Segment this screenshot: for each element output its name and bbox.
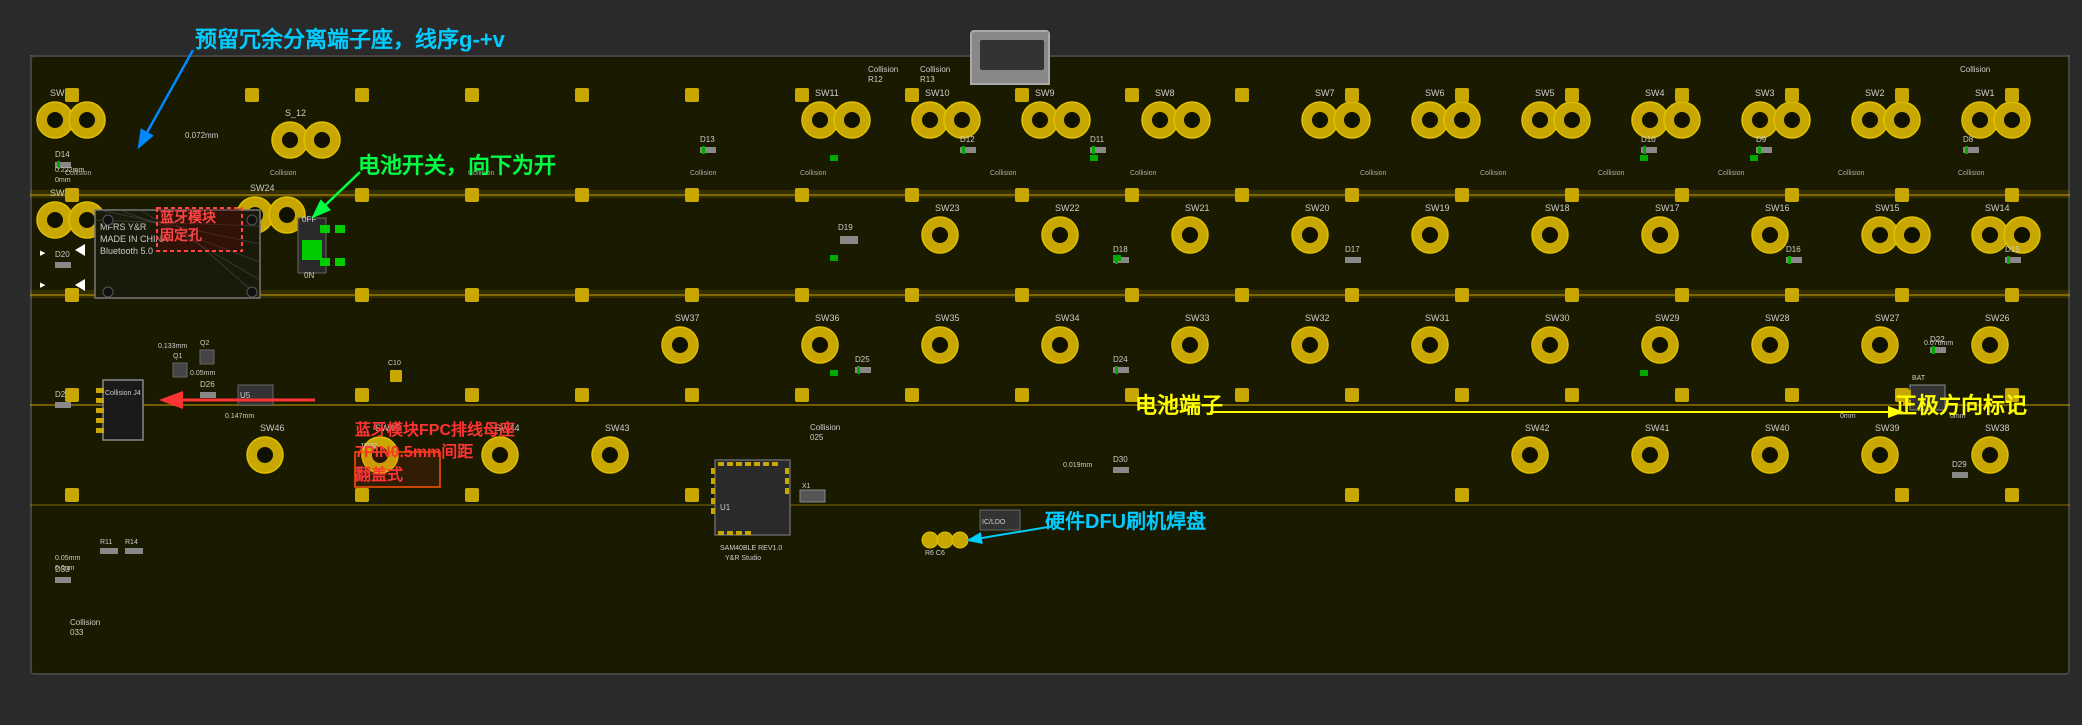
annotation-bt-module-label: 蓝牙模块 固定孔 — [160, 208, 216, 244]
bt-label-line2: 固定孔 — [160, 227, 202, 243]
pcb-container: SW1 SW2 SW3 SW4 — [0, 0, 2082, 725]
bt-label-line1: 蓝牙模块 — [160, 209, 216, 225]
annotation-dfu: 硬件DFU刷机焊盘 — [1045, 505, 1206, 534]
usb-port-inner — [980, 40, 1044, 70]
fpc-line1: 蓝牙模块FPC排线母座 — [355, 422, 515, 439]
annotation-fpc-label: 蓝牙模块FPC排线母座 7PIN0.5mm间距 翻盖式 — [355, 420, 515, 487]
pcb-board — [30, 55, 2070, 675]
annotation-positive-direction: 正极方向标记 — [1895, 388, 2027, 420]
annotation-battery-switch-text: 电池开关，向下为开 — [358, 148, 556, 180]
usb-connector — [970, 30, 1050, 85]
fpc-line3: 翻盖式 — [355, 467, 403, 484]
annotation-terminal-text: 预留冗余分离端子座，线序g-+v — [195, 22, 505, 54]
annotation-battery-terminal: 电池端子 — [1135, 388, 1223, 420]
fpc-line2: 7PIN0.5mm间距 — [355, 444, 473, 461]
